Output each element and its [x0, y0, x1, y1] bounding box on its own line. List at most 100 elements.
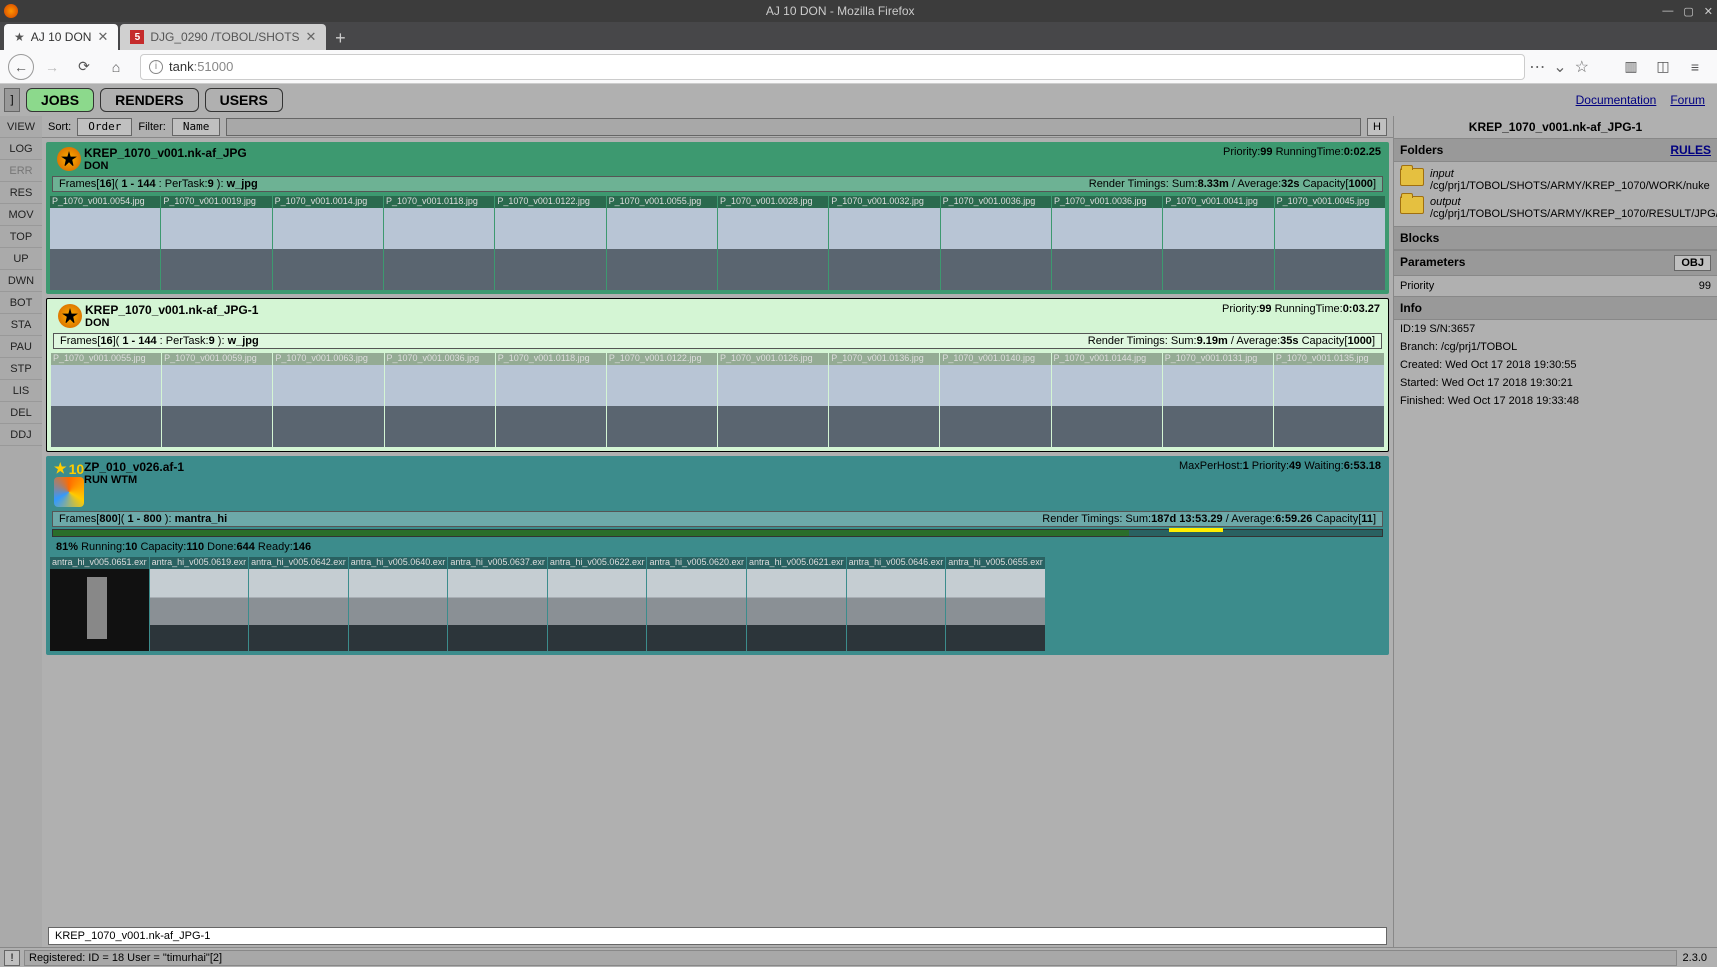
thumbnail[interactable]: antra_hi_v005.0619.exr — [150, 557, 249, 651]
thumbnail[interactable]: antra_hi_v005.0646.exr — [847, 557, 946, 651]
url-input[interactable]: i tank:51000 — [140, 54, 1525, 80]
filter-input[interactable] — [226, 118, 1361, 136]
thumb-image — [384, 208, 494, 290]
job-head-right: MaxPerHost:1 Priority:49 Waiting:6:53.18 — [1179, 460, 1381, 507]
thumbnail[interactable]: P_1070_v001.0045.jpg — [1275, 196, 1385, 290]
menu-icon[interactable]: ≡ — [1681, 53, 1709, 81]
close-icon[interactable]: ✕ — [1704, 5, 1713, 18]
renders-tab[interactable]: RENDERS — [100, 88, 198, 112]
thumbnail[interactable]: P_1070_v001.0126.jpg — [718, 353, 828, 447]
thumbnail[interactable]: antra_hi_v005.0642.exr — [249, 557, 348, 651]
side-mov[interactable]: MOV — [0, 204, 42, 226]
tab-close-icon[interactable]: ✕ — [306, 29, 317, 45]
side-up[interactable]: UP — [0, 248, 42, 270]
thumbnail[interactable]: P_1070_v001.0054.jpg — [50, 196, 160, 290]
thumbnail[interactable]: P_1070_v001.0036.jpg — [941, 196, 1051, 290]
thumbnail[interactable]: P_1070_v001.0014.jpg — [273, 196, 383, 290]
obj-button[interactable]: OBJ — [1674, 255, 1711, 271]
thumbnail[interactable]: P_1070_v001.0028.jpg — [718, 196, 828, 290]
thumbnail[interactable]: antra_hi_v005.0640.exr — [349, 557, 448, 651]
side-bot[interactable]: BOT — [0, 292, 42, 314]
reload-button[interactable]: ⟳ — [70, 53, 98, 81]
home-button[interactable]: ⌂ — [102, 53, 130, 81]
side-err[interactable]: ERR — [0, 160, 42, 182]
info-created: Created: Wed Oct 17 2018 19:30:55 — [1394, 356, 1717, 374]
thumbnail[interactable]: P_1070_v001.0055.jpg — [607, 196, 717, 290]
library-icon[interactable]: ▥ — [1617, 53, 1645, 81]
bottom-search-input[interactable] — [48, 927, 1387, 945]
new-tab-button[interactable]: + — [328, 26, 352, 50]
documentation-link[interactable]: Documentation — [1576, 93, 1657, 107]
more-icon[interactable]: ⋯ — [1529, 57, 1545, 77]
job-card-selected[interactable]: KREP_1070_v001.nk-af_JPG-1 DON Priority:… — [46, 298, 1389, 452]
folder-output[interactable]: output /cg/prj1/TOBOL/SHOTS/ARMY/KREP_10… — [1400, 194, 1711, 222]
version-label: 2.3.0 — [1677, 952, 1713, 964]
side-dwn[interactable]: DWN — [0, 270, 42, 292]
job-card[interactable]: KREP_1070_v001.nk-af_JPG DON Priority:99… — [46, 142, 1389, 294]
side-top[interactable]: TOP — [0, 226, 42, 248]
tab-close-icon[interactable]: ✕ — [97, 29, 108, 45]
rules-link[interactable]: RULES — [1670, 143, 1711, 157]
filter-name-button[interactable]: Name — [172, 118, 221, 136]
thumbnail[interactable]: antra_hi_v005.0655.exr — [946, 557, 1045, 651]
thumbnail[interactable]: antra_hi_v005.0621.exr — [747, 557, 846, 651]
sort-order-button[interactable]: Order — [77, 118, 132, 136]
thumbnail[interactable]: P_1070_v001.0135.jpg — [1274, 353, 1384, 447]
bookmark-icon[interactable]: ☆ — [1575, 57, 1589, 77]
thumbnail[interactable]: P_1070_v001.0041.jpg — [1163, 196, 1273, 290]
thumbnail[interactable]: P_1070_v001.0136.jpg — [829, 353, 939, 447]
thumbnail[interactable]: P_1070_v001.0140.jpg — [940, 353, 1050, 447]
thumbnail[interactable]: P_1070_v001.0036.jpg — [1052, 196, 1162, 290]
thumbnail[interactable]: antra_hi_v005.0622.exr — [548, 557, 647, 651]
info-icon[interactable]: i — [149, 60, 163, 74]
job-block-row[interactable]: Frames[16]( 1 - 144 : PerTask:9 ): w_jpg… — [52, 176, 1383, 192]
folder-input[interactable]: input /cg/prj1/TOBOL/SHOTS/ARMY/KREP_107… — [1400, 166, 1711, 194]
thumbnail[interactable]: P_1070_v001.0131.jpg — [1163, 353, 1273, 447]
thumbnail[interactable]: P_1070_v001.0036.jpg — [385, 353, 495, 447]
sidebar-icon[interactable]: ◫ — [1649, 53, 1677, 81]
side-lis[interactable]: LIS — [0, 380, 42, 402]
thumb-label: P_1070_v001.0118.jpg — [496, 353, 606, 365]
thumbnail[interactable]: P_1070_v001.0055.jpg — [51, 353, 161, 447]
thumbnail[interactable]: antra_hi_v005.0620.exr — [647, 557, 746, 651]
status-toggle[interactable]: ! — [4, 950, 20, 966]
side-view[interactable]: VIEW — [0, 116, 42, 138]
tab-active[interactable]: ★ AJ 10 DON ✕ — [4, 24, 118, 50]
side-ddj[interactable]: DDJ — [0, 424, 42, 446]
thumbnail[interactable]: P_1070_v001.0122.jpg — [495, 196, 605, 290]
h-button[interactable]: H — [1367, 118, 1387, 136]
thumbnail[interactable]: P_1070_v001.0019.jpg — [161, 196, 271, 290]
thumbnail[interactable]: P_1070_v001.0063.jpg — [273, 353, 383, 447]
thumbnail[interactable]: antra_hi_v005.0637.exr — [448, 557, 547, 651]
thumbnail[interactable]: P_1070_v001.0122.jpg — [607, 353, 717, 447]
job-card[interactable]: ★10 ZP_010_v026.af-1 RUN WTM MaxPerHost:… — [46, 456, 1389, 655]
tab-inactive[interactable]: 5 DJG_0290 /TOBOL/SHOTS ✕ — [120, 24, 326, 50]
side-pau[interactable]: PAU — [0, 336, 42, 358]
sidebar-toggle[interactable]: ] — [4, 88, 20, 112]
job-block-row[interactable]: Frames[16]( 1 - 144 : PerTask:9 ): w_jpg… — [53, 333, 1382, 349]
side-sta[interactable]: STA — [0, 314, 42, 336]
thumbnail[interactable]: P_1070_v001.0059.jpg — [162, 353, 272, 447]
thumbnail[interactable]: antra_hi_v005.0651.exr — [50, 557, 149, 651]
thumbnail[interactable]: P_1070_v001.0144.jpg — [1052, 353, 1162, 447]
back-button[interactable]: ← — [8, 54, 34, 80]
users-tab[interactable]: USERS — [205, 88, 283, 112]
forum-link[interactable]: Forum — [1670, 93, 1705, 107]
pocket-icon[interactable]: ⌄ — [1553, 57, 1566, 77]
maximize-icon[interactable]: ▢ — [1683, 5, 1693, 18]
thumbnail[interactable]: P_1070_v001.0032.jpg — [829, 196, 939, 290]
priority-row[interactable]: Priority 99 — [1394, 276, 1717, 296]
jobs-tab[interactable]: JOBS — [26, 88, 94, 112]
job-block-row[interactable]: Frames[800]( 1 - 800 ): mantra_hi Render… — [52, 511, 1383, 527]
parameters-header: Parameters OBJ — [1394, 250, 1717, 276]
thumbnail[interactable]: P_1070_v001.0118.jpg — [384, 196, 494, 290]
side-stp[interactable]: STP — [0, 358, 42, 380]
minimize-icon[interactable]: — — [1662, 5, 1673, 18]
thumbnail[interactable]: P_1070_v001.0118.jpg — [496, 353, 606, 447]
houdini-icon — [54, 477, 84, 507]
thumb-label: P_1070_v001.0014.jpg — [273, 196, 383, 208]
forward-button[interactable]: → — [38, 53, 66, 81]
side-del[interactable]: DEL — [0, 402, 42, 424]
side-log[interactable]: LOG — [0, 138, 42, 160]
side-res[interactable]: RES — [0, 182, 42, 204]
